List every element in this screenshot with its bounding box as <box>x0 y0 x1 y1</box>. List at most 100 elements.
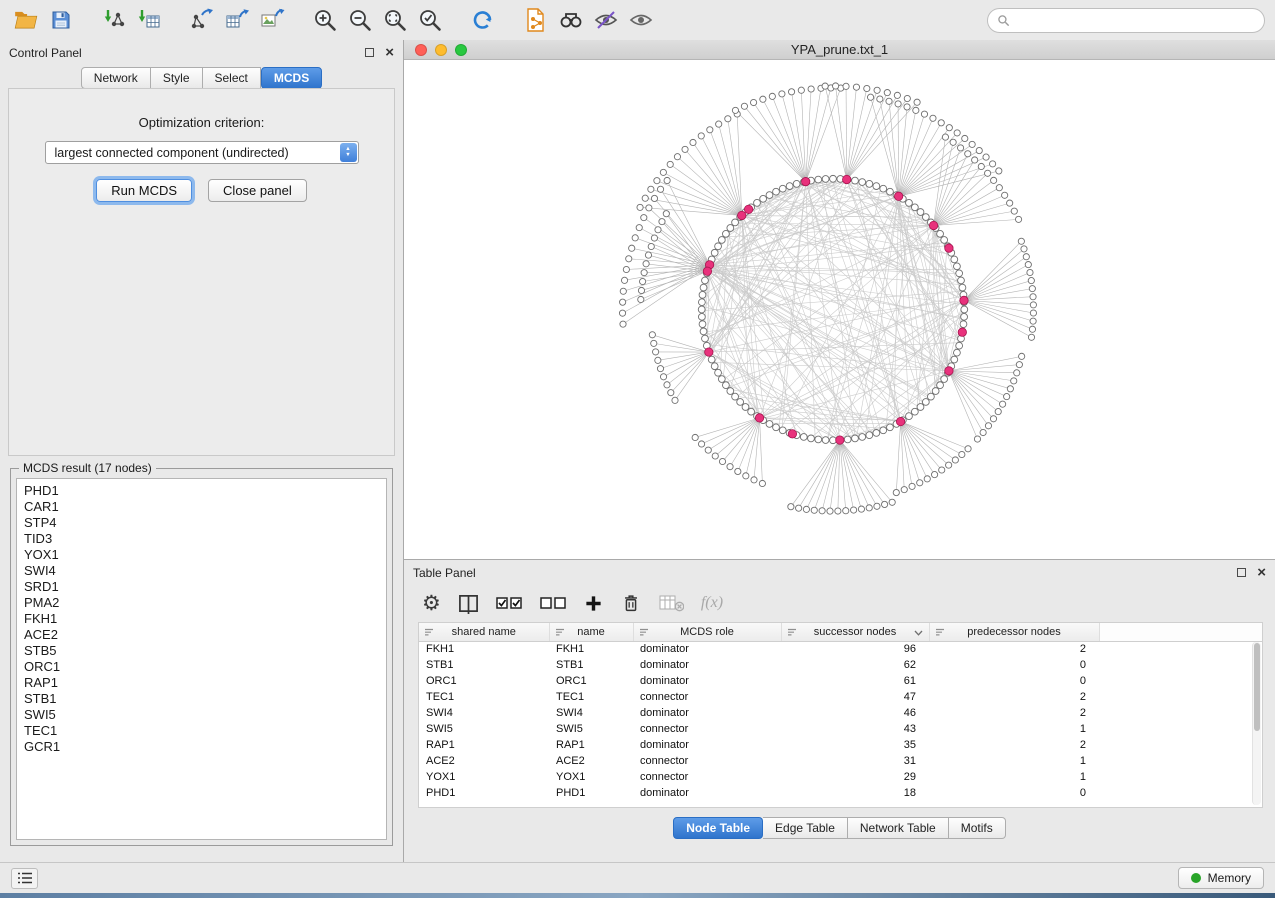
run-mcds-button[interactable]: Run MCDS <box>96 179 192 202</box>
cell-predecessor-nodes[interactable]: 2 <box>929 641 1099 657</box>
cell-mcds-role[interactable]: dominator <box>633 705 781 721</box>
close-window-icon[interactable] <box>415 44 427 56</box>
import-table-icon[interactable] <box>133 4 165 36</box>
float-panel-icon[interactable] <box>365 48 374 57</box>
add-column-icon[interactable] <box>584 594 603 613</box>
cell-successor-nodes[interactable]: 31 <box>781 753 929 769</box>
export-image-icon[interactable] <box>256 4 288 36</box>
binoculars-icon[interactable] <box>555 4 587 36</box>
column-layout-icon[interactable] <box>458 593 479 614</box>
cell-name[interactable]: STB1 <box>549 657 633 673</box>
function-builder-icon[interactable]: f(x) <box>701 594 723 612</box>
zoom-out-icon[interactable] <box>344 4 376 36</box>
maximize-window-icon[interactable] <box>455 44 467 56</box>
cell-mcds-role[interactable]: dominator <box>633 785 781 801</box>
result-node[interactable]: YOX1 <box>24 547 379 563</box>
cell-predecessor-nodes[interactable]: 0 <box>929 673 1099 689</box>
tab-mcds[interactable]: MCDS <box>261 67 322 89</box>
minimize-window-icon[interactable] <box>435 44 447 56</box>
result-node[interactable]: ACE2 <box>24 627 379 643</box>
clear-table-icon[interactable] <box>659 594 684 612</box>
cell-name[interactable]: SWI4 <box>549 705 633 721</box>
cell-shared-name[interactable]: TEC1 <box>419 689 549 705</box>
cell-shared-name[interactable]: ACE2 <box>419 753 549 769</box>
column-header-successor-nodes[interactable]: successor nodes <box>781 623 929 641</box>
result-node[interactable]: FKH1 <box>24 611 379 627</box>
table-row[interactable]: YOX1YOX1connector291 <box>419 769 1262 785</box>
cell-name[interactable]: PHD1 <box>549 785 633 801</box>
zoom-selected-icon[interactable] <box>414 4 446 36</box>
export-table-icon[interactable] <box>221 4 253 36</box>
cell-shared-name[interactable]: SWI4 <box>419 705 549 721</box>
cell-name[interactable]: ORC1 <box>549 673 633 689</box>
task-history-icon[interactable] <box>11 868 38 889</box>
close-table-panel-icon[interactable]: × <box>1257 565 1266 580</box>
cell-name[interactable]: TEC1 <box>549 689 633 705</box>
cell-successor-nodes[interactable]: 18 <box>781 785 929 801</box>
table-tab-network-table[interactable]: Network Table <box>848 817 949 839</box>
table-row[interactable]: TEC1TEC1connector472 <box>419 689 1262 705</box>
search-input[interactable] <box>1015 13 1255 27</box>
import-network-icon[interactable] <box>98 4 130 36</box>
result-node[interactable]: STP4 <box>24 515 379 531</box>
column-header-shared-name[interactable]: shared name <box>419 623 549 641</box>
open-file-icon[interactable] <box>10 4 42 36</box>
column-header-predecessor-nodes[interactable]: predecessor nodes <box>929 623 1099 641</box>
save-icon[interactable] <box>45 4 77 36</box>
table-row[interactable]: PHD1PHD1dominator180 <box>419 785 1262 801</box>
result-node[interactable]: TEC1 <box>24 723 379 739</box>
cell-successor-nodes[interactable]: 96 <box>781 641 929 657</box>
cell-shared-name[interactable]: STB1 <box>419 657 549 673</box>
result-node[interactable]: SRD1 <box>24 579 379 595</box>
cell-name[interactable]: SWI5 <box>549 721 633 737</box>
cell-successor-nodes[interactable]: 62 <box>781 657 929 673</box>
scrollbar-thumb[interactable] <box>1254 643 1260 731</box>
cell-successor-nodes[interactable]: 29 <box>781 769 929 785</box>
cell-predecessor-nodes[interactable]: 1 <box>929 769 1099 785</box>
hide-details-icon[interactable] <box>590 4 622 36</box>
tab-select[interactable]: Select <box>203 67 261 89</box>
unselect-all-columns-icon[interactable] <box>540 594 567 612</box>
table-tab-edge-table[interactable]: Edge Table <box>763 817 848 839</box>
mcds-result-list[interactable]: PHD1CAR1STP4TID3YOX1SWI4SRD1PMA2FKH1ACE2… <box>16 478 387 840</box>
refresh-icon[interactable] <box>467 4 499 36</box>
result-node[interactable]: PHD1 <box>24 483 379 499</box>
tab-network[interactable]: Network <box>81 67 151 89</box>
show-details-eye-icon[interactable] <box>625 4 657 36</box>
cell-successor-nodes[interactable]: 43 <box>781 721 929 737</box>
cell-successor-nodes[interactable]: 35 <box>781 737 929 753</box>
table-row[interactable]: SWI4SWI4dominator462 <box>419 705 1262 721</box>
table-row[interactable]: FKH1FKH1dominator962 <box>419 641 1262 657</box>
delete-column-icon[interactable] <box>620 592 642 614</box>
network-canvas[interactable] <box>404 60 1275 559</box>
cell-name[interactable]: ACE2 <box>549 753 633 769</box>
zoom-fit-icon[interactable] <box>379 4 411 36</box>
table-tab-node-table[interactable]: Node Table <box>673 817 763 839</box>
cell-predecessor-nodes[interactable]: 2 <box>929 689 1099 705</box>
table-row[interactable]: STB1STB1dominator620 <box>419 657 1262 673</box>
cell-predecessor-nodes[interactable]: 0 <box>929 657 1099 673</box>
close-panel-icon[interactable]: × <box>385 45 394 60</box>
cell-successor-nodes[interactable]: 46 <box>781 705 929 721</box>
result-node[interactable]: PMA2 <box>24 595 379 611</box>
cell-mcds-role[interactable]: dominator <box>633 737 781 753</box>
result-node[interactable]: CAR1 <box>24 499 379 515</box>
result-node[interactable]: STB5 <box>24 643 379 659</box>
tab-style[interactable]: Style <box>151 67 203 89</box>
cell-predecessor-nodes[interactable]: 1 <box>929 721 1099 737</box>
result-node[interactable]: GCR1 <box>24 739 379 755</box>
cell-name[interactable]: YOX1 <box>549 769 633 785</box>
zoom-in-icon[interactable] <box>309 4 341 36</box>
cell-name[interactable]: FKH1 <box>549 641 633 657</box>
cell-successor-nodes[interactable]: 61 <box>781 673 929 689</box>
export-document-icon[interactable] <box>520 4 552 36</box>
cell-mcds-role[interactable]: dominator <box>633 641 781 657</box>
cell-mcds-role[interactable]: connector <box>633 689 781 705</box>
cell-shared-name[interactable]: FKH1 <box>419 641 549 657</box>
result-node[interactable]: TID3 <box>24 531 379 547</box>
search-box[interactable] <box>987 8 1265 33</box>
cell-mcds-role[interactable]: connector <box>633 769 781 785</box>
cell-shared-name[interactable]: PHD1 <box>419 785 549 801</box>
close-panel-button[interactable]: Close panel <box>208 179 307 202</box>
cell-predecessor-nodes[interactable]: 2 <box>929 705 1099 721</box>
